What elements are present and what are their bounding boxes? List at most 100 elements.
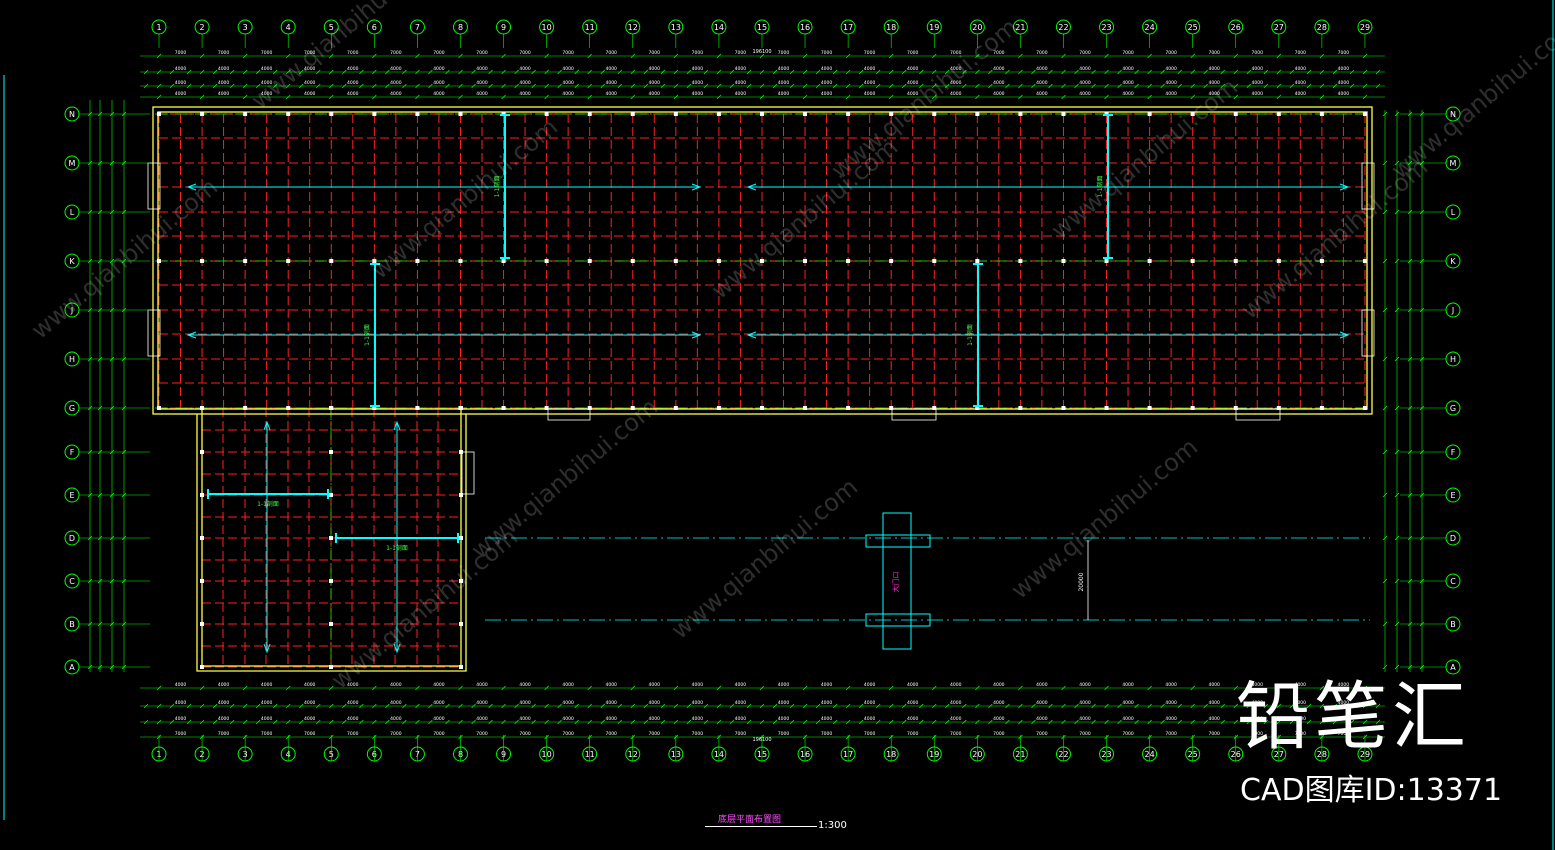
dimension-value: 7000 bbox=[950, 731, 962, 737]
column bbox=[673, 406, 678, 410]
column bbox=[329, 579, 333, 583]
axis-bubble-col-22-bottom: 22 bbox=[1055, 735, 1071, 762]
dimension-value: 7000 bbox=[218, 731, 230, 737]
cad-id-label: CAD图库ID:13371 bbox=[1240, 773, 1503, 808]
axis-bubble-col-21-bottom: 21 bbox=[1012, 735, 1028, 762]
dimension-value: 4000 bbox=[218, 700, 230, 706]
dimension-value: 4000 bbox=[907, 700, 919, 706]
svg-text:2: 2 bbox=[200, 23, 205, 32]
column bbox=[200, 622, 204, 626]
dimension-value: 7000 bbox=[735, 731, 747, 737]
svg-text:N: N bbox=[69, 110, 75, 119]
column bbox=[1147, 112, 1152, 116]
axis-bubble-col-24-bottom: 24 bbox=[1142, 735, 1158, 762]
column bbox=[587, 112, 592, 116]
dimension-value: 4000 bbox=[692, 716, 704, 722]
svg-text:28: 28 bbox=[1317, 23, 1327, 32]
dimension-value: 4000 bbox=[735, 66, 747, 72]
dimension-value: 4000 bbox=[218, 716, 230, 722]
column bbox=[803, 406, 808, 410]
dimension-value: 4000 bbox=[649, 682, 661, 688]
axis-bubble-col-8-top: 8 bbox=[452, 19, 468, 48]
watermark-site: www.qianbihui.com bbox=[466, 393, 663, 565]
dimension-value: 4000 bbox=[476, 682, 488, 688]
dimension-value: 4000 bbox=[1036, 700, 1048, 706]
column bbox=[803, 259, 808, 263]
dimension-value: 7000 bbox=[692, 731, 704, 737]
dimension-value: 7000 bbox=[1208, 731, 1220, 737]
axis-bubble-row-L-right: L bbox=[1400, 204, 1461, 220]
axis-bubble-col-13-bottom: 13 bbox=[668, 735, 684, 762]
column bbox=[846, 406, 851, 410]
axis-bubble-col-1-top: 1 bbox=[151, 19, 167, 48]
dimension-value: 7000 bbox=[519, 731, 531, 737]
dimension-value: 4000 bbox=[1036, 716, 1048, 722]
axis-bubble-col-25-bottom: 25 bbox=[1185, 735, 1201, 762]
svg-text:29: 29 bbox=[1360, 23, 1370, 32]
dimension-value: 4000 bbox=[433, 91, 445, 97]
dimension-value: 4000 bbox=[304, 80, 316, 86]
column bbox=[1018, 112, 1023, 116]
column bbox=[458, 259, 463, 263]
watermark-site: www.qianbihui.com bbox=[1236, 153, 1433, 325]
dimension-value: 7000 bbox=[562, 50, 574, 56]
column bbox=[932, 112, 937, 116]
dimension-value: 7000 bbox=[347, 50, 359, 56]
column bbox=[846, 112, 851, 116]
dimension-value: 4000 bbox=[821, 700, 833, 706]
section-label: 1-1剖面 bbox=[966, 324, 974, 346]
column bbox=[157, 259, 161, 263]
axis-bubble-row-G-left: G bbox=[64, 400, 150, 416]
dimension-value: 4000 bbox=[821, 91, 833, 97]
axis-bubble-row-K-right: K bbox=[1400, 253, 1461, 269]
axis-bubble-col-19-top: 19 bbox=[926, 19, 942, 48]
column bbox=[459, 536, 463, 540]
column bbox=[501, 406, 506, 410]
dimension-value: 4000 bbox=[735, 80, 747, 86]
svg-text:C: C bbox=[1450, 577, 1456, 586]
dimension-value: 4000 bbox=[907, 80, 919, 86]
column bbox=[932, 259, 937, 263]
drawing-scale: 1:300 bbox=[818, 820, 847, 831]
dimension-value: 4000 bbox=[649, 80, 661, 86]
axis-bubble-row-G-right: G bbox=[1400, 400, 1461, 416]
column bbox=[200, 536, 204, 540]
dimension-value: 4000 bbox=[562, 682, 574, 688]
dimension-value: 4000 bbox=[950, 682, 962, 688]
dimension-value: 4000 bbox=[347, 66, 359, 72]
dimension-value: 7000 bbox=[1165, 731, 1177, 737]
dimension-value: 4000 bbox=[261, 700, 273, 706]
dimension-value: 7000 bbox=[649, 731, 661, 737]
dimension-value: 4000 bbox=[993, 66, 1005, 72]
axis-bubble-col-5-bottom: 5 bbox=[323, 735, 339, 762]
axis-bubble-col-4-bottom: 4 bbox=[280, 735, 296, 762]
dimension-value: 4000 bbox=[1036, 682, 1048, 688]
dimension-value: 4000 bbox=[1165, 716, 1177, 722]
column bbox=[630, 259, 635, 263]
svg-text:3: 3 bbox=[243, 23, 248, 32]
dimension-value: 4000 bbox=[950, 700, 962, 706]
dimension-value: 4000 bbox=[347, 716, 359, 722]
watermark-site: www.qianbihui.com bbox=[1006, 433, 1203, 605]
dimension-value: 4000 bbox=[735, 716, 747, 722]
column bbox=[1276, 259, 1281, 263]
dimension-value: 4000 bbox=[864, 66, 876, 72]
dimension-value: 4000 bbox=[218, 91, 230, 97]
column bbox=[932, 406, 937, 410]
axis-bubble-col-20-bottom: 20 bbox=[969, 735, 985, 762]
axis-bubble-col-8-bottom: 8 bbox=[452, 735, 468, 762]
dimension-value: 4000 bbox=[649, 700, 661, 706]
dimension-value: 4000 bbox=[261, 716, 273, 722]
axis-bubble-row-D-right: D bbox=[1400, 530, 1461, 546]
dimension-value: 4000 bbox=[1165, 91, 1177, 97]
dimension-value: 4000 bbox=[433, 682, 445, 688]
dimension-value: 4000 bbox=[1079, 91, 1091, 97]
dimension-value: 4000 bbox=[692, 80, 704, 86]
axis-bubble-col-16-bottom: 16 bbox=[797, 735, 813, 762]
dimension-value: 4000 bbox=[390, 91, 402, 97]
dimension-value: 4000 bbox=[605, 66, 617, 72]
axis-bubble-row-N-left: N bbox=[64, 106, 150, 122]
dimension-value: 4000 bbox=[907, 66, 919, 72]
dimension-value: 7000 bbox=[390, 731, 402, 737]
section-label: 1-1剖面 bbox=[257, 500, 279, 508]
